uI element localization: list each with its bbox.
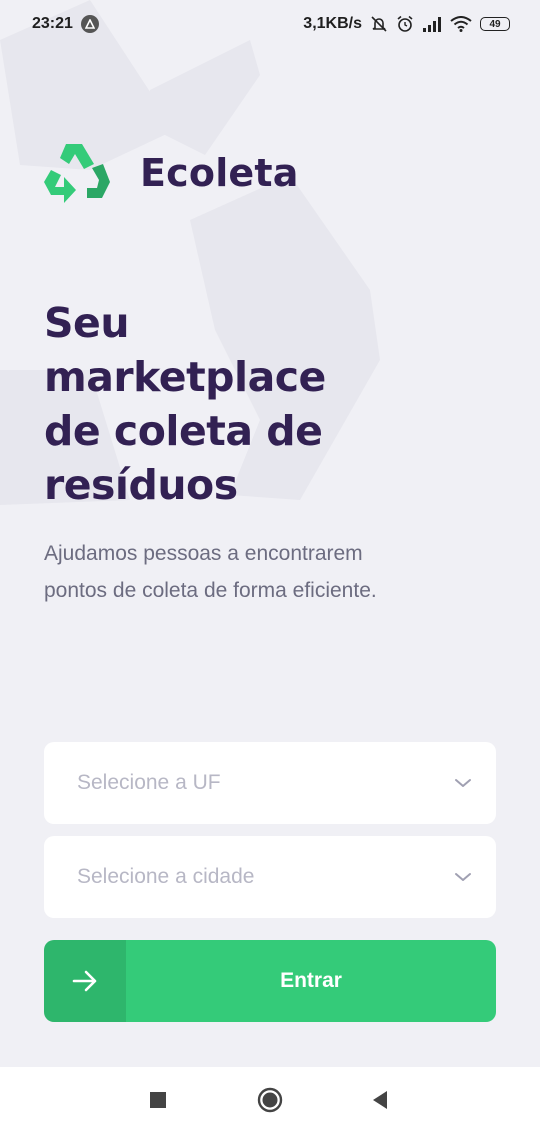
app-name: Ecoleta bbox=[140, 151, 299, 195]
uf-select-placeholder: Selecione a UF bbox=[77, 771, 221, 794]
network-speed: 3,1KB/s bbox=[303, 15, 362, 32]
brand-logo: Ecoleta bbox=[44, 142, 299, 204]
recycle-icon bbox=[44, 144, 110, 203]
status-bar: 23:21 3,1KB/s 49 bbox=[0, 0, 540, 48]
mute-icon bbox=[371, 16, 387, 32]
city-select[interactable]: Selecione a cidade bbox=[44, 836, 496, 918]
page-title: Seu marketplace de coleta de resíduos bbox=[44, 299, 326, 509]
back-button[interactable] bbox=[350, 1067, 410, 1132]
status-time: 23:21 bbox=[32, 15, 73, 32]
square-icon bbox=[150, 1091, 166, 1108]
enter-button-label: Entrar bbox=[280, 969, 342, 992]
chevron-down-icon bbox=[455, 873, 471, 881]
triangle-back-icon bbox=[373, 1090, 387, 1109]
enter-button-icon-box bbox=[44, 940, 126, 1022]
navigation-bar bbox=[0, 1067, 540, 1132]
circle-icon bbox=[257, 1087, 283, 1112]
battery-level: 49 bbox=[489, 18, 501, 30]
enter-button[interactable]: Entrar bbox=[44, 940, 496, 1022]
chevron-down-icon bbox=[455, 779, 471, 787]
page-description: Ajudamos pessoas a encontrarem pontos de… bbox=[44, 542, 377, 602]
home-button[interactable] bbox=[240, 1067, 300, 1132]
alarm-icon bbox=[397, 15, 413, 32]
recents-button[interactable] bbox=[128, 1067, 188, 1132]
uf-select[interactable]: Selecione a UF bbox=[44, 742, 496, 824]
battery-icon: 49 bbox=[480, 17, 510, 31]
app-notification-icon bbox=[80, 15, 99, 33]
arrow-right-icon bbox=[72, 970, 97, 992]
signal-icon bbox=[423, 17, 441, 32]
wifi-icon bbox=[450, 16, 472, 32]
city-select-placeholder: Selecione a cidade bbox=[77, 865, 255, 888]
